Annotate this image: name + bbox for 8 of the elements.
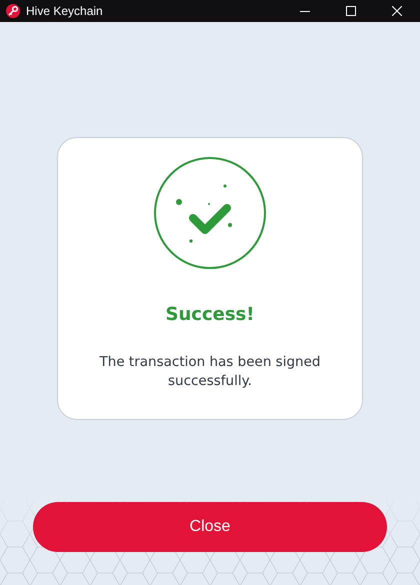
success-check-icon <box>153 156 267 270</box>
success-message: The transaction has been signed successfully. <box>98 353 322 391</box>
close-icon[interactable] <box>392 6 402 16</box>
close-dialog-button[interactable]: Close <box>33 502 387 552</box>
key-icon <box>6 4 20 18</box>
success-heading: Success! <box>166 304 254 325</box>
maximize-icon[interactable] <box>346 6 356 16</box>
window-title: Hive Keychain <box>26 4 104 18</box>
